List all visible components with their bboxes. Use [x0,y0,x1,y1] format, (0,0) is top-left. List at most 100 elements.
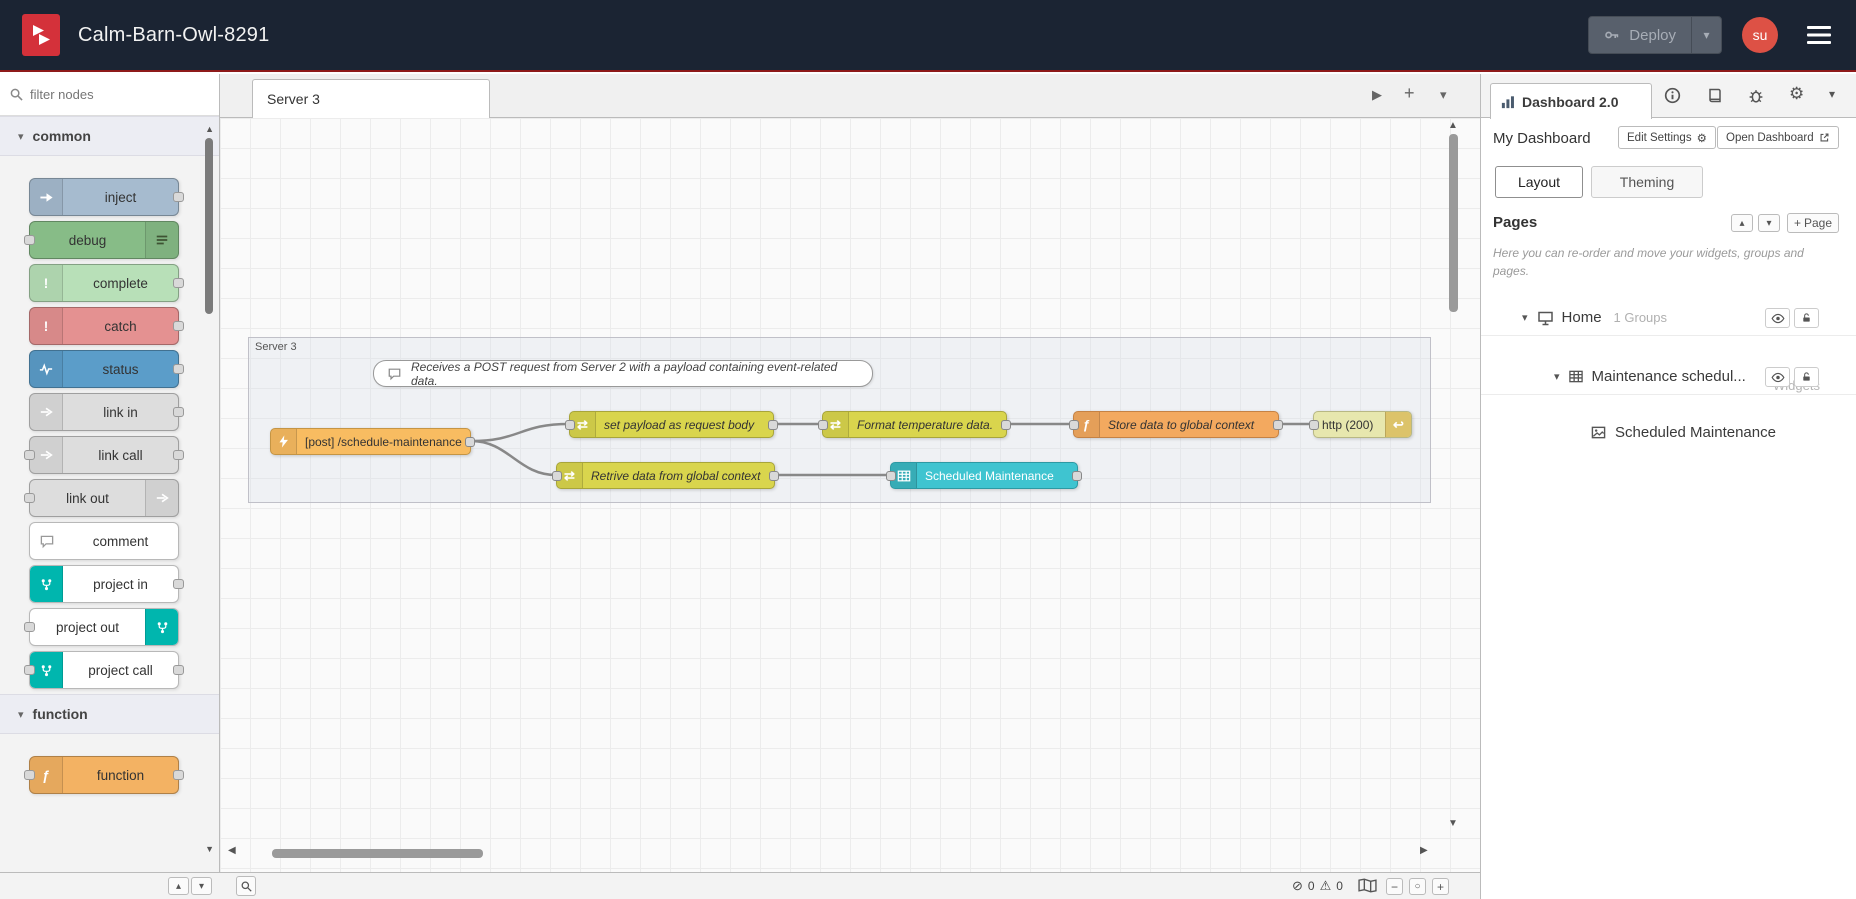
palette-scroll-down-icon[interactable]: ▼ [205,844,214,854]
zoom-out-button[interactable]: − [1386,878,1403,895]
palette-node-link-call[interactable]: link call [24,436,184,474]
warning-count-icon[interactable]: ⚠ [1320,878,1332,894]
input-port[interactable] [24,450,35,460]
palette-filter-input[interactable] [30,87,209,102]
bug-icon[interactable] [1748,87,1764,104]
zoom-in-button[interactable]: + [1432,878,1449,895]
node-format-temperature[interactable]: ⇄ Format temperature data. [818,411,1011,438]
edit-settings-button[interactable]: Edit Settings ⚙ [1618,126,1716,149]
visibility-toggle-button[interactable] [1765,308,1790,328]
input-port[interactable] [552,471,562,481]
output-port[interactable] [769,471,779,481]
visibility-toggle-button[interactable] [1765,367,1790,387]
vertical-scrollbar[interactable] [1449,134,1458,312]
palette-node-link-out[interactable]: link out [24,479,179,517]
palette-node-function[interactable]: ƒ function [24,756,184,794]
palette-category-function[interactable]: ▾ function [0,694,219,734]
tree-row-group-maintenance[interactable]: ▾ Maintenance schedul... 1 Widgets [1481,359,1856,395]
canvas-search-button[interactable] [236,876,256,896]
palette-node-comment[interactable]: comment [29,522,179,560]
palette-node-debug[interactable]: debug [24,221,179,259]
node-set-payload[interactable]: ⇄ set payload as request body [565,411,778,438]
palette-node-link-in[interactable]: link in [29,393,184,431]
palette-node-inject[interactable]: inject [29,178,184,216]
output-port[interactable] [173,192,184,202]
vscroll-down-icon[interactable]: ▼ [1448,818,1458,829]
open-dashboard-button[interactable]: Open Dashboard [1717,126,1839,149]
deploy-button[interactable]: Deploy ▾ [1588,16,1722,54]
output-port[interactable] [173,278,184,288]
palette-node-project-out[interactable]: project out [24,608,179,646]
palette-node-status[interactable]: status [29,350,184,388]
sidebar-tab-dashboard[interactable]: Dashboard 2.0 [1490,83,1652,119]
lock-toggle-button[interactable] [1794,308,1819,328]
input-port[interactable] [1309,420,1319,430]
input-port[interactable] [818,420,828,430]
hscroll-right-icon[interactable]: ▶ [1420,845,1428,856]
add-page-button[interactable]: + Page [1787,213,1839,233]
palette-node-catch[interactable]: ! catch [29,307,184,345]
lock-toggle-button[interactable] [1794,367,1819,387]
node-ui-table[interactable]: Scheduled Maintenance [886,462,1082,489]
node-store-data[interactable]: ƒ Store data to global context [1069,411,1283,438]
hscroll-left-icon[interactable]: ◀ [228,845,236,856]
palette-node-project-call[interactable]: project call [24,651,184,689]
node-http-in[interactable]: [post] /schedule-maintenance [270,428,475,455]
vscroll-up-icon[interactable]: ▲ [1448,120,1458,131]
deploy-options-button[interactable]: ▾ [1691,17,1721,53]
horizontal-scrollbar[interactable] [272,849,483,858]
palette-category-common[interactable]: ▾ common [0,116,219,156]
input-port[interactable] [24,235,35,245]
palette-node-project-in[interactable]: project in [29,565,184,603]
output-port[interactable] [1001,420,1011,430]
docs-book-icon[interactable] [1707,87,1723,104]
tab-layout[interactable]: Layout [1495,166,1583,198]
tree-row-widget-scheduled-maintenance[interactable]: Scheduled Maintenance [1481,414,1856,450]
comment-node[interactable]: Receives a POST request from Server 2 wi… [373,360,873,388]
output-port[interactable] [1273,420,1283,430]
input-port[interactable] [24,665,35,675]
node-http-response[interactable]: ↩ http (200) [1309,411,1412,438]
chevron-down-icon[interactable]: ▾ [1522,311,1528,324]
output-port[interactable] [173,579,184,589]
move-page-up-button[interactable]: ▴ [1731,214,1753,232]
chevron-down-icon[interactable]: ▾ [1554,370,1560,383]
palette-collapse-button[interactable]: ▴ [168,877,189,895]
input-port[interactable] [24,493,35,503]
palette-expand-button[interactable]: ▾ [191,877,212,895]
output-port[interactable] [173,364,184,374]
output-port[interactable] [173,770,184,780]
sidebar-menu-chevron-icon[interactable]: ▾ [1829,87,1835,101]
output-port[interactable] [173,407,184,417]
flow-list-button[interactable]: ▾ [1440,87,1447,103]
input-port[interactable] [1069,420,1079,430]
palette-node-complete[interactable]: ! complete [29,264,184,302]
input-port[interactable] [24,622,35,632]
tree-row-page-home[interactable]: ▾ Home 1 Groups [1481,300,1856,336]
palette-scrollbar[interactable] [205,138,213,314]
node-retrieve-data[interactable]: ⇄ Retrive data from global context [552,462,779,489]
error-count-icon[interactable]: ⊘ [1292,878,1303,894]
output-port[interactable] [768,420,778,430]
user-avatar[interactable]: su [1742,17,1778,53]
output-port[interactable] [1072,471,1082,481]
output-port[interactable] [173,450,184,460]
gear-icon[interactable]: ⚙ [1789,84,1804,104]
move-page-down-button[interactable]: ▾ [1758,214,1780,232]
palette-scroll-up-icon[interactable]: ▲ [205,124,214,134]
output-port[interactable] [173,665,184,675]
flow-canvas[interactable]: Server 3 Receives a POST request from Se… [220,118,1480,872]
input-port[interactable] [886,471,896,481]
output-port[interactable] [465,437,475,447]
flow-tab-server3[interactable]: Server 3 [252,79,490,118]
input-port[interactable] [565,420,575,430]
tab-scroll-right-button[interactable]: ▶ [1372,87,1382,103]
tab-theming[interactable]: Theming [1591,166,1703,198]
input-port[interactable] [24,770,35,780]
navigator-toggle-icon[interactable] [1358,878,1377,893]
info-icon[interactable] [1664,87,1681,104]
main-menu-button[interactable] [1798,16,1840,54]
add-flow-button[interactable]: + [1404,83,1415,104]
zoom-reset-button[interactable]: ○ [1409,878,1426,895]
output-port[interactable] [173,321,184,331]
